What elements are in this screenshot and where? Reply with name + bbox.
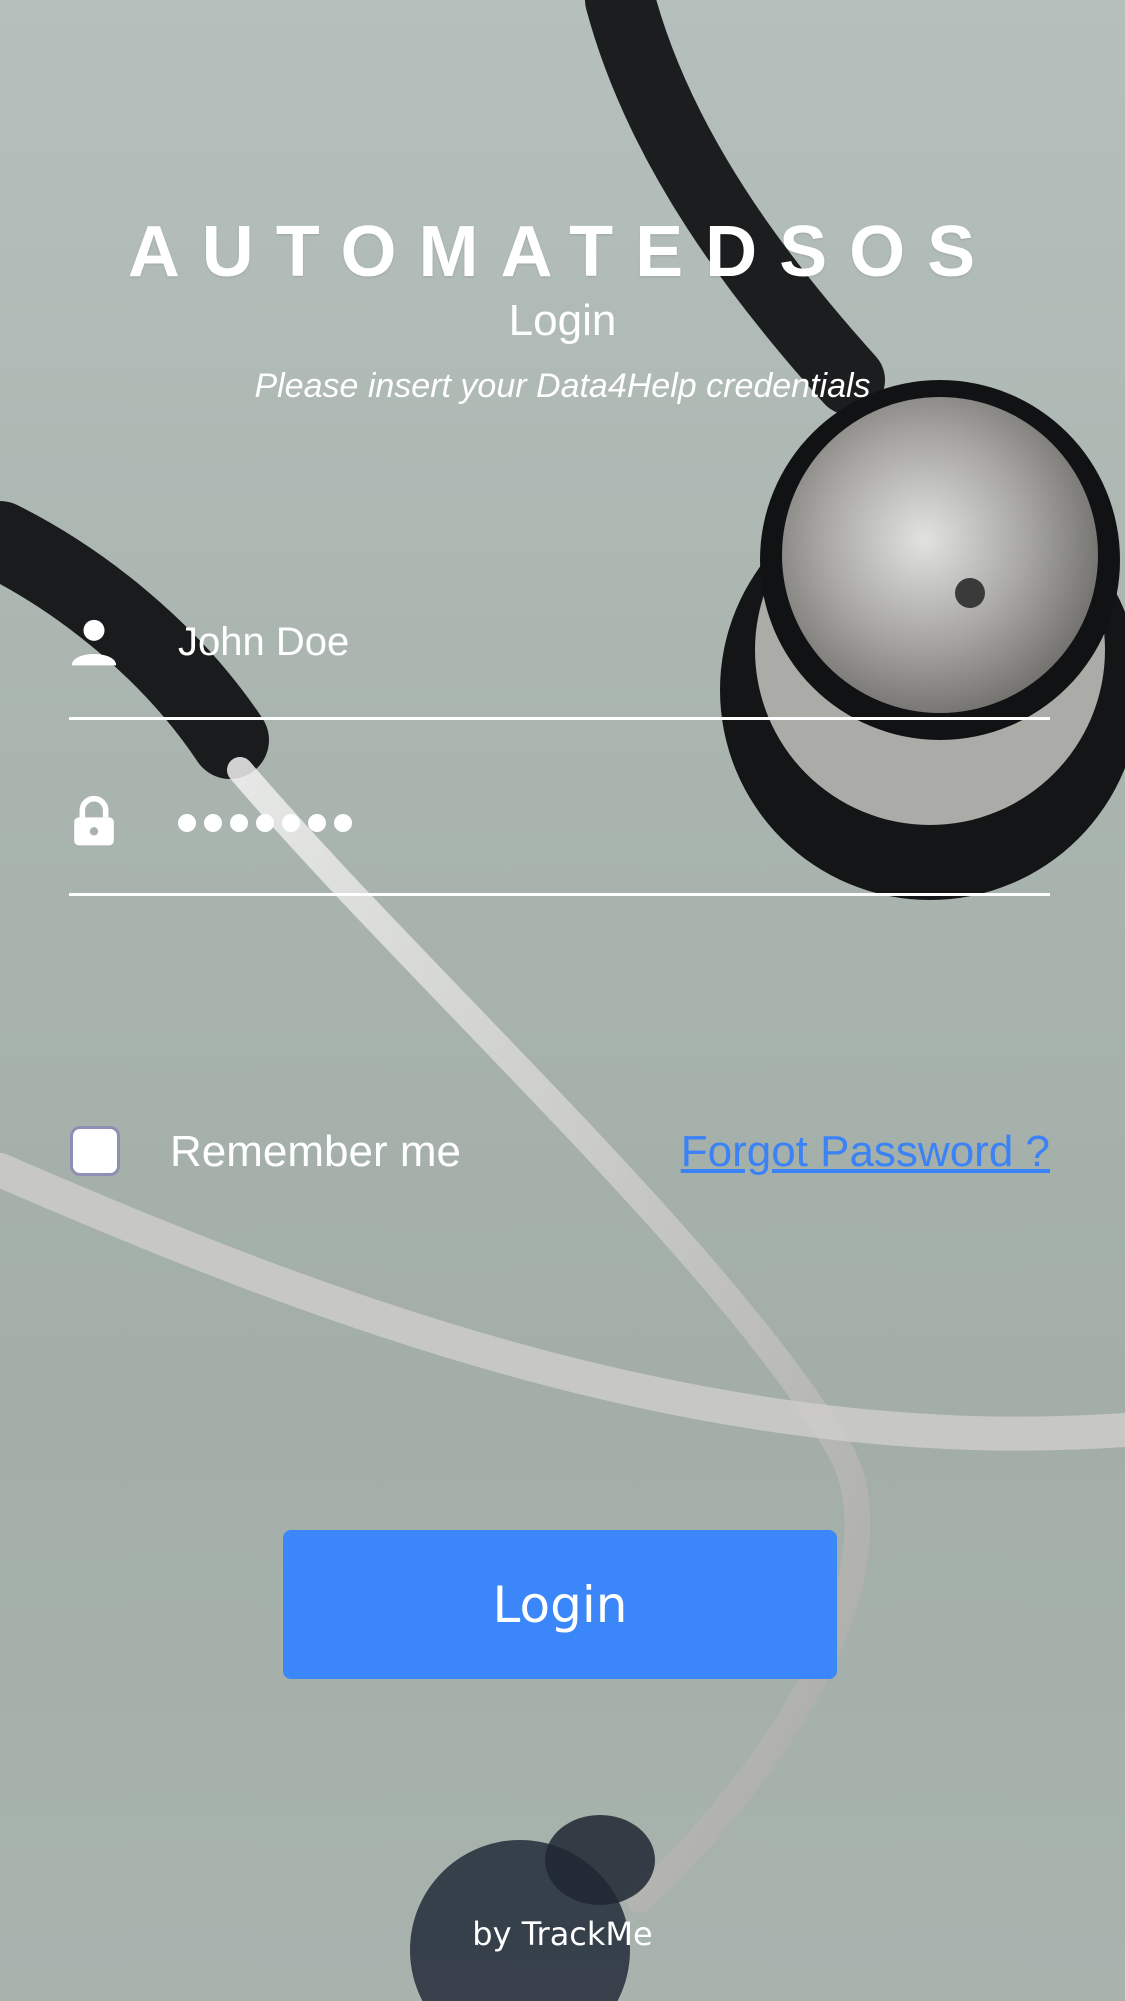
page-subtitle: Login [508,296,617,345]
password-mask-dot [178,814,196,832]
password-mask-dot [204,814,222,832]
login-button[interactable]: Login [283,1530,837,1679]
app-title: AUTOMATEDSOS [127,212,998,292]
password-mask-dot [308,814,326,832]
password-mask-dot [334,814,352,832]
password-mask-dot [256,814,274,832]
remember-me-label: Remember me [170,1127,461,1176]
person-icon [71,619,117,666]
forgot-password-link[interactable]: Forgot Password ? [681,1126,1050,1178]
footer-credit: by TrackMe [472,1915,653,1953]
password-mask-dot [230,814,248,832]
password-underline [69,893,1050,896]
password-input[interactable] [178,803,878,843]
credentials-hint: Please insert your Data4Help credentials [254,367,871,405]
lock-icon [74,795,114,846]
username-input[interactable] [178,616,1028,668]
username-underline [69,717,1050,720]
remember-me-checkbox[interactable] [70,1126,120,1176]
password-mask-dot [282,814,300,832]
